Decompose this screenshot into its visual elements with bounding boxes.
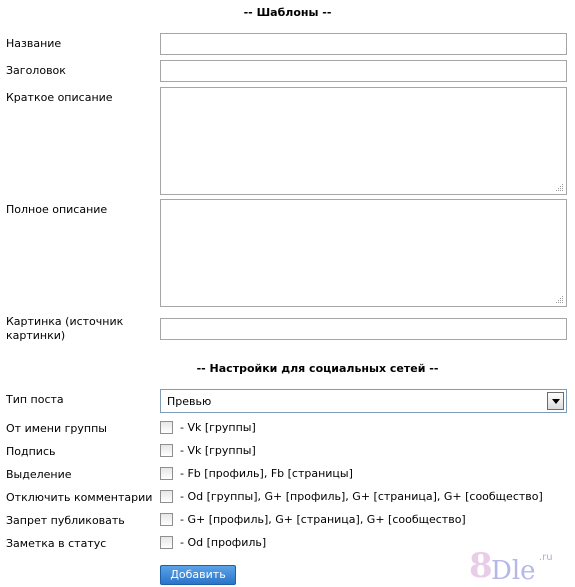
templates-section-title: -- Шаблоны -- bbox=[243, 6, 332, 19]
social-section-title: -- Настройки для социальных сетей -- bbox=[196, 362, 439, 375]
option-desc-disable-comments: - Od [группы], G+ [профиль], G+ [страниц… bbox=[180, 490, 543, 503]
full-description-label: Полное описание bbox=[6, 203, 108, 216]
option-label-no-publish: Запрет публиковать bbox=[6, 514, 125, 527]
option-desc-status-note: - Od [профиль] bbox=[180, 536, 267, 549]
option-desc-signature: - Vk [группы] bbox=[180, 444, 256, 457]
option-label-disable-comments: Отключить комментарии bbox=[6, 491, 153, 504]
option-checkbox-signature[interactable] bbox=[160, 444, 173, 457]
image-source-input[interactable] bbox=[160, 318, 567, 340]
post-type-label: Тип поста bbox=[6, 393, 64, 406]
heading-label: Заголовок bbox=[6, 64, 66, 77]
option-label-from-group: От имени группы bbox=[6, 422, 107, 435]
short-description-label: Краткое описание bbox=[6, 91, 113, 104]
option-checkbox-from-group[interactable] bbox=[160, 421, 173, 434]
image-source-label: Картинка (источник картинки) bbox=[6, 315, 124, 342]
option-label-highlight: Выделение bbox=[6, 468, 72, 481]
site-watermark-logo: 8 Dle .ru bbox=[455, 548, 570, 584]
resize-grip-icon[interactable] bbox=[555, 295, 564, 304]
name-input[interactable] bbox=[160, 33, 567, 55]
short-description-textarea[interactable] bbox=[160, 87, 567, 195]
option-checkbox-disable-comments[interactable] bbox=[160, 490, 173, 503]
option-label-status-note: Заметка в статус bbox=[6, 537, 107, 550]
post-type-select[interactable]: Превью bbox=[160, 389, 567, 413]
option-desc-no-publish: - G+ [профиль], G+ [страница], G+ [сообщ… bbox=[180, 513, 466, 526]
add-button[interactable]: Добавить bbox=[160, 565, 236, 585]
heading-input[interactable] bbox=[160, 60, 567, 82]
resize-grip-icon[interactable] bbox=[555, 183, 564, 192]
option-checkbox-no-publish[interactable] bbox=[160, 513, 173, 526]
watermark-text: Dle bbox=[491, 556, 536, 586]
option-desc-highlight: - Fb [профиль], Fb [страницы] bbox=[180, 467, 353, 480]
full-description-textarea[interactable] bbox=[160, 199, 567, 307]
watermark-number: 8 bbox=[469, 546, 493, 586]
option-label-signature: Подпись bbox=[6, 445, 56, 458]
option-checkbox-status-note[interactable] bbox=[160, 536, 173, 549]
post-type-selected: Превью bbox=[167, 395, 212, 408]
dropdown-arrow-icon[interactable] bbox=[547, 392, 564, 410]
name-label: Название bbox=[6, 37, 62, 50]
option-checkbox-highlight[interactable] bbox=[160, 467, 173, 480]
option-desc-from-group: - Vk [группы] bbox=[180, 421, 256, 434]
watermark-suffix: .ru bbox=[539, 552, 553, 563]
